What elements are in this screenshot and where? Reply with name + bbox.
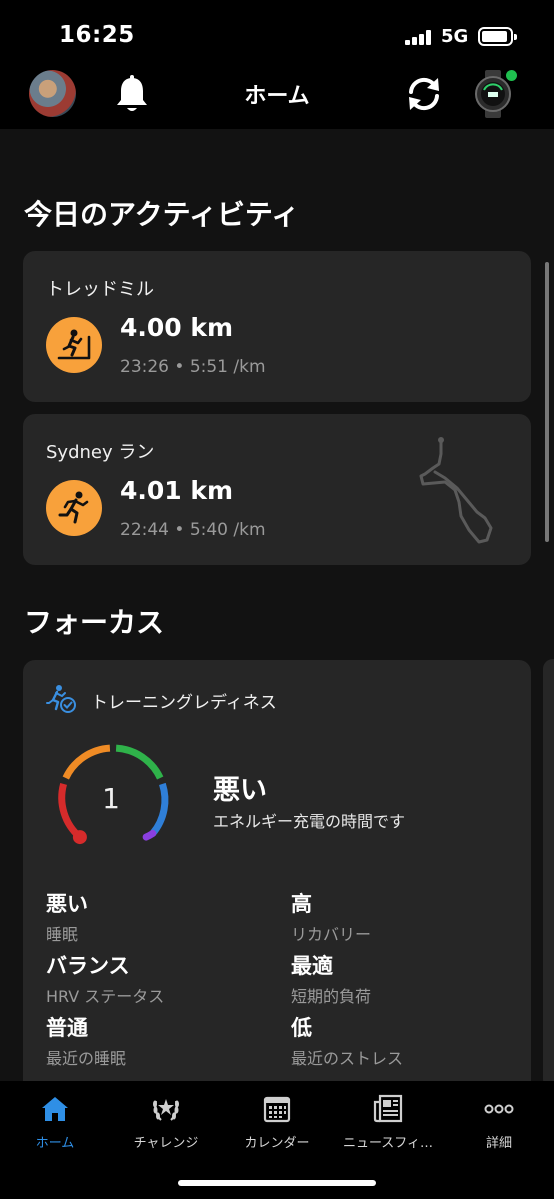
status-bar: 16:25 5G xyxy=(0,0,554,66)
status-time: 16:25 xyxy=(59,22,135,48)
activity-card-treadmill[interactable]: トレッドミル 4.00 km 23:26 • 5:51 /km xyxy=(23,251,531,402)
metric-label: 最近のストレス xyxy=(291,1049,404,1068)
metric-label: 最近の睡眠 xyxy=(46,1049,127,1068)
main-content[interactable]: 今日のアクティビティ トレッドミル 4.00 km 23:26 • 5:51 /… xyxy=(0,129,554,1081)
activity-title: Sydney ラン xyxy=(46,442,155,463)
news-icon xyxy=(373,1094,403,1123)
metric-recent-stress: 低 最近のストレス xyxy=(291,1012,521,1069)
training-readiness-title: トレーニングレディネス xyxy=(91,693,277,713)
metric-recovery: 高 リカバリー xyxy=(291,888,521,945)
home-icon xyxy=(42,1097,68,1121)
tab-home[interactable]: ホーム xyxy=(0,1093,110,1151)
home-indicator xyxy=(178,1180,376,1186)
calendar-icon xyxy=(263,1096,291,1123)
tab-label: カレンダー xyxy=(244,1136,310,1151)
metric-value: 低 xyxy=(291,1016,312,1040)
section-title-focus: フォーカス xyxy=(24,606,165,639)
readiness-score: 1 xyxy=(102,782,120,815)
tab-calendar[interactable]: カレンダー xyxy=(222,1093,332,1151)
activity-title: トレッドミル xyxy=(46,279,154,300)
tab-label: ホーム xyxy=(35,1136,75,1151)
metric-value: 悪い xyxy=(46,892,88,916)
metric-acute-load: 最適 短期的負荷 xyxy=(291,950,521,1007)
activity-meta: 22:44 • 5:40 /km xyxy=(120,520,266,540)
run-icon xyxy=(46,480,102,536)
metric-value: 高 xyxy=(291,892,312,916)
tab-more[interactable]: 詳細 xyxy=(444,1093,554,1151)
route-map-thumbnail xyxy=(419,437,493,544)
activity-distance: 4.01 km xyxy=(120,476,234,505)
activity-meta: 23:26 • 5:51 /km xyxy=(120,357,266,377)
training-readiness-card[interactable]: トレーニングレディネス 1 悪い エネルギー充電の時間です 悪い 睡眠 高 リカ… xyxy=(23,660,531,1081)
network-label: 5G xyxy=(441,26,469,47)
metric-value: 最適 xyxy=(291,954,333,978)
readiness-status: 悪い xyxy=(213,775,267,806)
tab-label: チャレンジ xyxy=(133,1136,199,1151)
signal-icon xyxy=(405,30,432,45)
top-nav: ホーム xyxy=(0,66,554,129)
metric-label: 短期的負荷 xyxy=(291,987,372,1006)
sync-icon[interactable] xyxy=(404,74,444,114)
readiness-message: エネルギー充電の時間です xyxy=(213,812,406,831)
more-icon xyxy=(484,1104,514,1114)
connection-status-dot xyxy=(506,70,517,81)
tab-label: ニュースフィ… xyxy=(342,1136,434,1151)
metric-sleep: 悪い 睡眠 xyxy=(46,888,276,945)
metric-recent-sleep: 普通 最近の睡眠 xyxy=(46,1012,276,1069)
section-title-today: 今日のアクティビティ xyxy=(24,198,300,231)
metric-label: リカバリー xyxy=(291,925,372,944)
treadmill-icon xyxy=(46,317,102,373)
battery-icon xyxy=(478,27,517,46)
metric-value: バランス xyxy=(46,954,130,978)
tab-label: 詳細 xyxy=(485,1136,512,1151)
activity-distance: 4.00 km xyxy=(120,313,234,342)
scrollbar[interactable] xyxy=(545,262,549,542)
next-focus-card-peek[interactable] xyxy=(543,659,554,1081)
activity-card-sydney-run[interactable]: Sydney ラン 4.01 km 22:44 • 5:40 /km xyxy=(23,414,531,565)
tab-challenges[interactable]: チャレンジ xyxy=(111,1093,221,1151)
metric-label: 睡眠 xyxy=(46,925,79,944)
page-title: ホーム xyxy=(244,84,310,109)
metric-hrv-status: バランス HRV ステータス xyxy=(46,950,276,1007)
metric-value: 普通 xyxy=(46,1016,88,1040)
tab-newsfeed[interactable]: ニュースフィ… xyxy=(333,1093,443,1151)
laurel-icon xyxy=(153,1099,179,1121)
metric-label: HRV ステータス xyxy=(46,987,165,1006)
training-readiness-icon xyxy=(46,685,76,713)
